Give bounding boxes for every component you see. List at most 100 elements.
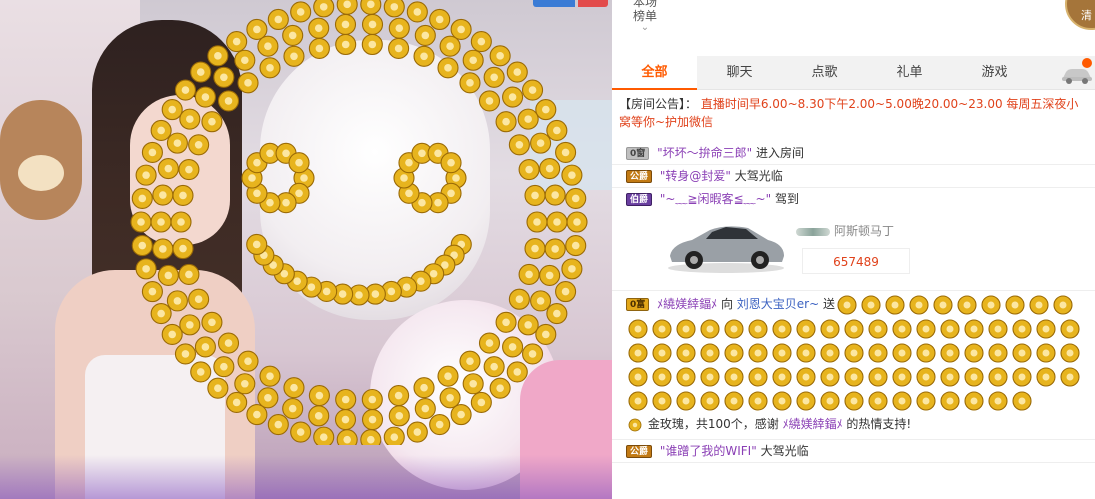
- gold-rose-icon: [724, 319, 744, 339]
- live-badge[interactable]: [578, 0, 608, 7]
- tab-chat[interactable]: 聊天: [697, 56, 782, 90]
- gold-rose-icon: [283, 45, 305, 67]
- rank-list-toggle[interactable]: 本场 榜单 ⌄: [630, 0, 660, 33]
- gift-verb: 送: [822, 297, 835, 311]
- gold-rose-icon: [676, 343, 696, 363]
- gold-rose-icon: [237, 72, 259, 94]
- gold-rose-icon: [868, 391, 888, 411]
- gold-rose-icon: [700, 319, 720, 339]
- stage-light: [0, 455, 612, 499]
- gold-rose-icon: [1060, 319, 1080, 339]
- gold-rose-smiley-gift-animation: [130, 0, 588, 445]
- chat-username[interactable]: "谁蹭了我的WIFI": [660, 444, 757, 458]
- gold-rose-icon: [535, 323, 557, 345]
- gold-rose-icon: [964, 367, 984, 387]
- gold-rose-icon: [179, 314, 201, 336]
- gold-rose-icon: [748, 319, 768, 339]
- gold-rose-icon: [174, 79, 197, 101]
- gold-rose-icon: [470, 31, 492, 53]
- chat-panel: 本场 榜单 ⌄ 清 全部 聊天 点歌 礼单 游戏 【房间公告】： 直播时间早6.…: [612, 0, 1095, 499]
- gold-rose-icon: [772, 391, 792, 411]
- gold-rose-icon: [535, 99, 557, 121]
- avatar[interactable]: 清: [1065, 0, 1095, 30]
- gold-rose-icon: [459, 72, 481, 94]
- chat-entry-vehicle-arrival: 伯爵 "~﹏≧闲暇客≦﹏~" 驾到 阿斯顿马丁 657489: [612, 188, 1095, 291]
- gold-rose-icon: [524, 237, 546, 260]
- tab-games[interactable]: 游戏: [952, 56, 1037, 90]
- gold-rose-icon: [257, 387, 279, 409]
- gold-rose-icon: [820, 319, 840, 339]
- gold-rose-icon: [413, 377, 435, 399]
- gold-rose-icon: [892, 319, 912, 339]
- gold-rose-icon: [388, 37, 410, 60]
- gold-rose-icon: [414, 24, 436, 46]
- gold-rose-icon: [518, 158, 540, 181]
- gold-rose-icon: [502, 86, 524, 108]
- gold-rose-icon: [150, 302, 172, 325]
- tab-song-request[interactable]: 点歌: [782, 56, 867, 90]
- gold-rose-icon: [628, 391, 648, 411]
- gold-rose-icon: [820, 367, 840, 387]
- gold-rose-icon: [988, 319, 1008, 339]
- gold-rose-icon: [131, 235, 153, 257]
- chat-entry-arrival: 公爵 "转身@封爱" 大驾光临: [612, 165, 1095, 188]
- gold-rose-icon: [150, 119, 172, 142]
- gold-rose-icon: [964, 319, 984, 339]
- gold-rose-icon: [489, 377, 511, 399]
- gold-rose-icon: [628, 343, 648, 363]
- gold-rose-icon: [282, 24, 304, 46]
- gift-sender[interactable]: ﾒ繞媄緈鍢ﾒ: [657, 297, 717, 311]
- chat-message-list[interactable]: 0窗 "坏坏～拚命三郎" 进入房间 公爵 "转身@封爱" 大驾光临 伯爵 "~﹏…: [612, 128, 1095, 499]
- gold-rose-icon: [844, 343, 864, 363]
- gold-rose-icon: [652, 367, 672, 387]
- gold-rose-icon: [437, 365, 459, 387]
- chat-action: 大驾光临: [734, 169, 783, 183]
- gold-rose-icon: [495, 311, 517, 333]
- gold-rose-icon: [916, 367, 936, 387]
- gold-rose-icon: [226, 391, 248, 413]
- gold-rose-icon: [1036, 343, 1056, 363]
- gold-rose-icon: [234, 373, 256, 395]
- gold-rose-icon: [796, 391, 816, 411]
- gold-rose-icon: [676, 319, 696, 339]
- gold-rose-icon: [188, 134, 210, 156]
- chat-username[interactable]: "~﹏≧闲暇客≦﹏~": [660, 192, 771, 206]
- gold-rose-icon: [361, 13, 384, 36]
- gift-recipient[interactable]: 刘恩大宝贝er~: [737, 297, 819, 311]
- wealth-badge: 0富: [626, 298, 650, 311]
- gold-rose-icon: [450, 404, 472, 426]
- gold-rose-icon: [308, 37, 330, 60]
- gold-rose-icon: [217, 90, 240, 112]
- gold-rose-icon: [885, 295, 905, 315]
- gold-rose-icon: [988, 391, 1008, 411]
- video-corner-badges[interactable]: [533, 0, 611, 7]
- tab-all[interactable]: 全部: [612, 56, 697, 90]
- gold-rose-icon: [652, 343, 672, 363]
- gold-rose-icon: [820, 391, 840, 411]
- follow-badge[interactable]: [533, 0, 575, 7]
- gold-rose-icon: [1060, 367, 1080, 387]
- chat-username[interactable]: "转身@封爱": [660, 169, 731, 183]
- gold-rose-icon: [178, 158, 200, 181]
- gold-rose-icon: [213, 356, 235, 378]
- gold-rose-icon: [1005, 295, 1025, 315]
- chat-username[interactable]: "坏坏～拚命三郎": [657, 146, 752, 160]
- gift-thanks-user[interactable]: ﾒ繞媄緈鍢ﾒ: [783, 417, 843, 431]
- gold-rose-icon: [308, 384, 330, 407]
- gold-rose-icon: [844, 391, 864, 411]
- gold-rose-icon: [521, 343, 544, 365]
- tab-gift-list[interactable]: 礼单: [867, 56, 952, 90]
- gold-rose-icon: [335, 33, 357, 56]
- live-video-stream[interactable]: [0, 0, 612, 499]
- room-notice: 【房间公告】： 直播时间早6.00~8.30下午2.00~5.00晚20.00~…: [619, 95, 1089, 131]
- gold-rose-icon: [892, 343, 912, 363]
- gold-rose-icon: [383, 426, 405, 445]
- gold-rose-icon: [388, 405, 410, 427]
- gold-rose-icon: [964, 343, 984, 363]
- chat-entry-arrival: 公爵 "谁蹭了我的WIFI" 大驾光临: [612, 440, 1095, 463]
- gold-rose-icon: [1012, 319, 1032, 339]
- gold-rose-icon: [257, 35, 279, 57]
- gold-rose-icon: [517, 314, 539, 336]
- car-brand: 阿斯顿马丁: [796, 220, 894, 242]
- gold-rose-icon: [429, 8, 451, 31]
